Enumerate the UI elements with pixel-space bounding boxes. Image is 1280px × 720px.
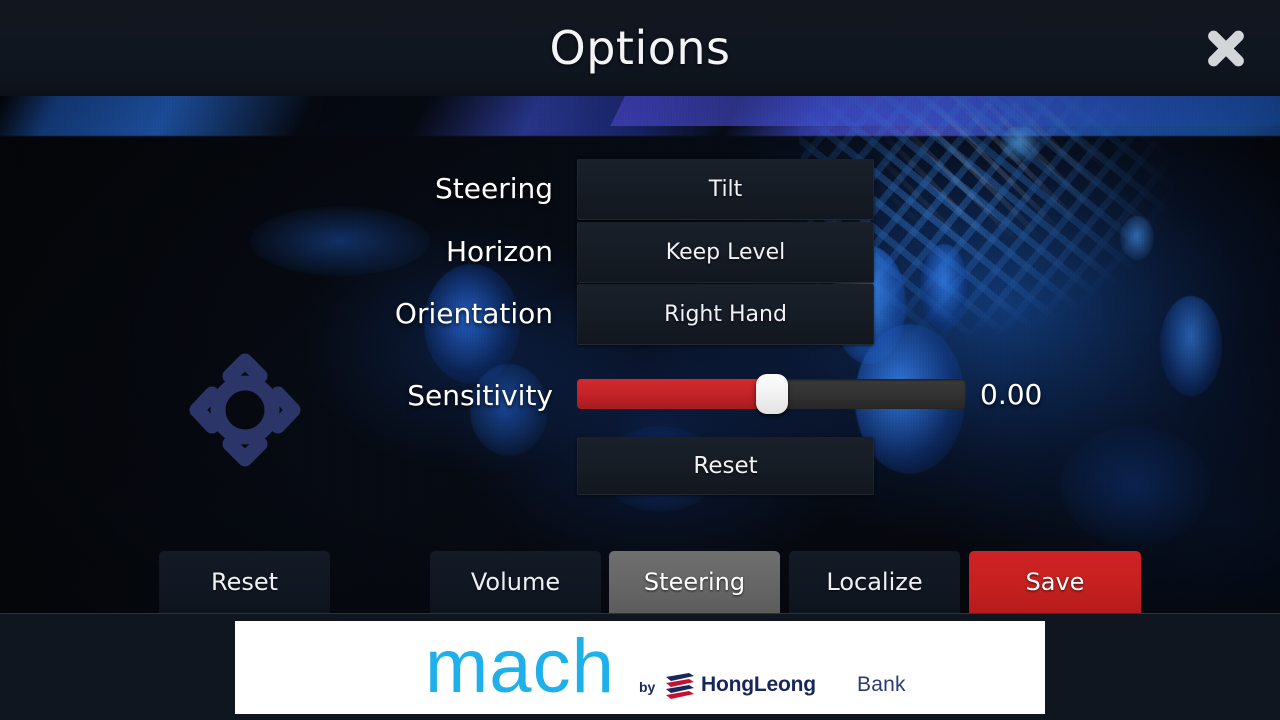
option-label-horizon: Horizon (445, 235, 553, 268)
tab-save[interactable]: Save (969, 551, 1141, 613)
tab-label: Volume (470, 568, 561, 596)
hongleong-chevron-logo-icon (663, 671, 697, 699)
tab-reset[interactable]: Reset (159, 551, 330, 613)
tab-localize[interactable]: Localize (789, 551, 960, 613)
tab-volume[interactable]: Volume (430, 551, 601, 613)
slider-thumb[interactable] (755, 374, 788, 414)
ad-banner-bar: mach by HongLeong Bank (0, 613, 1280, 720)
ad-banner[interactable]: mach by HongLeong Bank (235, 621, 1045, 714)
close-icon[interactable] (1194, 16, 1258, 80)
tab-label: Localize (826, 568, 923, 596)
option-value-orientation[interactable]: Right Hand (577, 284, 874, 345)
tab-label: Reset (210, 568, 279, 596)
sensitivity-value: 0.00 (980, 378, 1043, 411)
tab-steering[interactable]: Steering (609, 551, 780, 613)
ad-by-label: by (639, 679, 656, 695)
ad-bank-name: HongLeong (701, 673, 816, 696)
slider-fill (577, 379, 772, 409)
tab-label: Steering (643, 568, 746, 596)
sensitivity-slider[interactable] (577, 374, 966, 414)
reset-sensitivity-button[interactable]: Reset (577, 437, 874, 495)
option-label-orientation: Orientation (394, 297, 553, 330)
bottom-tabbar: Reset Volume Steering Localize Save (0, 551, 1280, 613)
options-screen: Steering Tilt Horizon Keep Level Orienta… (0, 0, 1280, 720)
titlebar: Options (0, 0, 1280, 96)
tab-label: Save (1025, 568, 1085, 596)
sensitivity-label: Sensitivity (407, 379, 553, 412)
dpad-directional-icon (180, 344, 310, 476)
ad-bank-suffix: Bank (857, 673, 906, 696)
option-value-steering[interactable]: Tilt (577, 159, 874, 220)
option-value-horizon[interactable]: Keep Level (577, 222, 874, 283)
page-title: Options (549, 21, 731, 75)
game-background: Steering Tilt Horizon Keep Level Orienta… (0, 96, 1280, 613)
option-label-steering: Steering (434, 172, 553, 205)
ad-brand-mach: mach (425, 624, 615, 709)
